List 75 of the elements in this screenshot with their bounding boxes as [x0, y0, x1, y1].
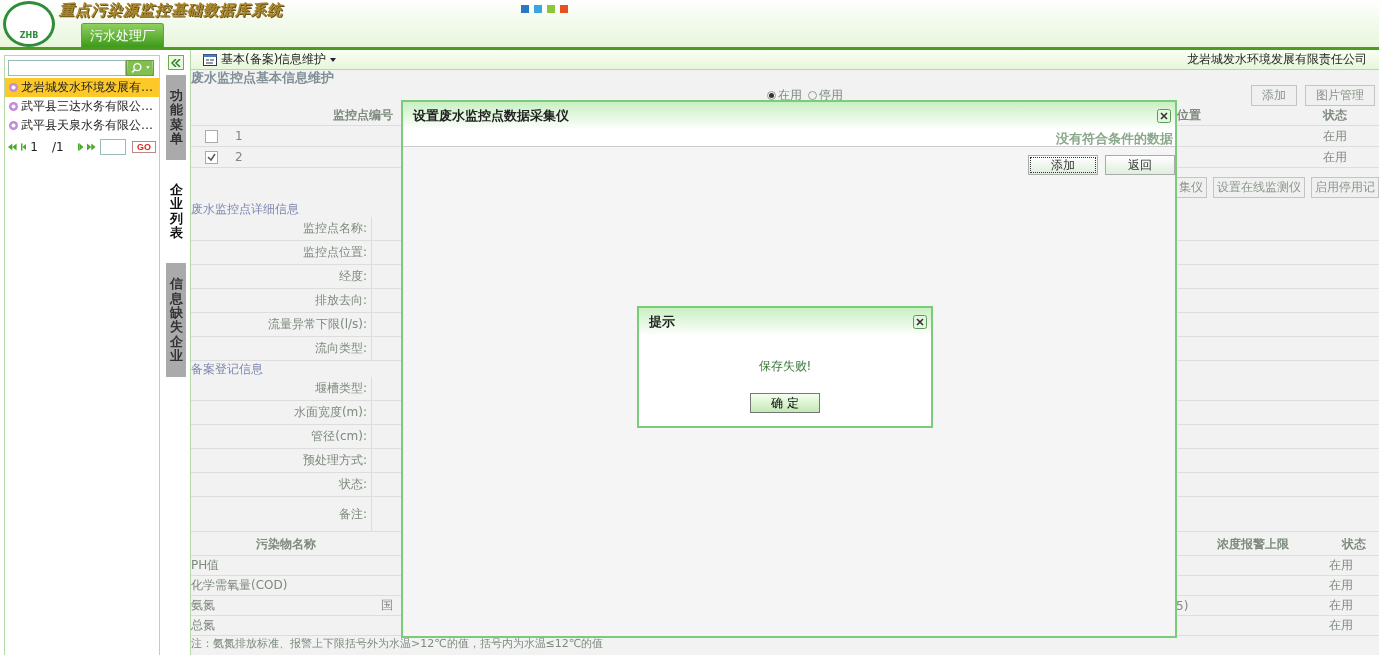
table-cell: PH值 [191, 557, 220, 574]
table-cell: 氨氮 [191, 597, 215, 614]
field-label: 经度: [338, 268, 367, 285]
logo: ZHB [3, 1, 55, 47]
form-icon [203, 53, 217, 66]
next-page-icon[interactable] [77, 142, 84, 152]
field-label: 排放去向: [314, 292, 367, 309]
field-label: 堰槽类型: [314, 380, 367, 397]
menu-dropdown[interactable]: 基本(备案)信息维护 [221, 51, 327, 68]
close-icon[interactable] [913, 315, 927, 329]
field-label: 监控点名称: [302, 220, 367, 237]
page-field[interactable] [100, 139, 126, 155]
row-checkbox[interactable] [204, 129, 218, 143]
previous-page-icon[interactable] [20, 142, 27, 152]
side-tab[interactable]: 信息缺失企业 [166, 263, 186, 378]
dialog-button[interactable]: 添加 [1028, 155, 1098, 175]
footnote: 注：氨氮排放标准、报警上下限括号外为水温>12℃的值，括号内为水温≤12℃的值 [191, 637, 604, 650]
field-label: 状态: [338, 476, 367, 493]
dialog-title: 设置废水监控点数据采集仪 [413, 107, 569, 125]
field-label: 水面宽度(m): [293, 404, 367, 421]
bullet-icon [8, 120, 19, 131]
empty-message: 没有符合条件的数据 [1056, 131, 1173, 146]
section-title: 备案登记信息 [191, 362, 263, 376]
window-controls-icon[interactable] [521, 5, 569, 13]
app-title: 重点污染源监控基础数据库系统 [59, 1, 283, 20]
table-cell: 在用 [1329, 597, 1353, 614]
field-label: 备注: [338, 505, 367, 523]
row-checkbox[interactable] [204, 150, 218, 164]
table-cell: 在用 [1329, 577, 1353, 594]
column-header: 污染物名称 [191, 534, 381, 556]
table-cell: 在用 [1329, 557, 1353, 574]
field-label: 流向类型: [314, 340, 367, 357]
bullet-icon [8, 82, 19, 93]
field-label: 监控点位置: [302, 244, 367, 261]
field-label: 预处理方式: [302, 452, 367, 469]
column-header: 状态 [1290, 105, 1379, 126]
action-button[interactable]: 启用停用记 [1311, 177, 1379, 198]
table-cell: 总氮 [191, 617, 215, 634]
page-number: 1 [30, 140, 38, 154]
table-cell: 国 [381, 597, 393, 614]
page-total: /1 [51, 140, 64, 154]
collapse-button[interactable] [168, 55, 184, 70]
field-label: 流量异常下限(l/s): [267, 316, 367, 333]
company-name: 龙岩城发水环境发展有限责任公司 [1187, 51, 1367, 68]
company-item[interactable]: 龙岩城发水环境发展有… [5, 78, 159, 97]
table-cell: 1 [235, 129, 243, 143]
go-button[interactable]: GO [132, 141, 156, 153]
side-tab[interactable]: 功能菜单 [166, 75, 186, 161]
action-button[interactable]: 设置在线监测仪 [1213, 177, 1305, 198]
section-title: 废水监控点详细信息 [191, 202, 299, 216]
table-cell: 在用 [1322, 127, 1347, 145]
dialog-title: 提示 [649, 313, 675, 331]
close-icon[interactable] [1157, 109, 1171, 123]
bullet-icon [8, 101, 19, 112]
table-cell: 化学需氧量(COD) [191, 577, 288, 594]
first-page-icon[interactable] [8, 142, 17, 152]
confirm-button[interactable]: 确 定 [750, 393, 820, 413]
last-page-icon[interactable] [87, 142, 96, 152]
company-item[interactable]: 武平县三达水务有限公… [5, 97, 159, 116]
field-label: 管径(cm): [311, 428, 367, 445]
section-title: 废水监控点基本信息维护 [191, 70, 334, 85]
company-item[interactable]: 武平县天泉水务有限公… [5, 116, 159, 135]
toolbar-button[interactable]: 图片管理 [1305, 85, 1375, 106]
search-field[interactable] [8, 60, 126, 76]
table-cell: 在用 [1322, 148, 1347, 166]
dropdown-caret-icon[interactable] [330, 57, 337, 62]
table-cell: 在用 [1329, 617, 1353, 634]
toolbar-button[interactable]: 添加 [1251, 85, 1297, 106]
table-cell: 2 [235, 150, 243, 164]
dialog-button[interactable]: 返回 [1105, 155, 1175, 175]
table-cell: 5) [1176, 598, 1189, 613]
column-header: 监控点编号 [231, 105, 399, 126]
column-header: 状态 [1329, 534, 1379, 556]
alert-message: 保存失败! [757, 358, 813, 375]
search-icon[interactable] [126, 60, 154, 76]
